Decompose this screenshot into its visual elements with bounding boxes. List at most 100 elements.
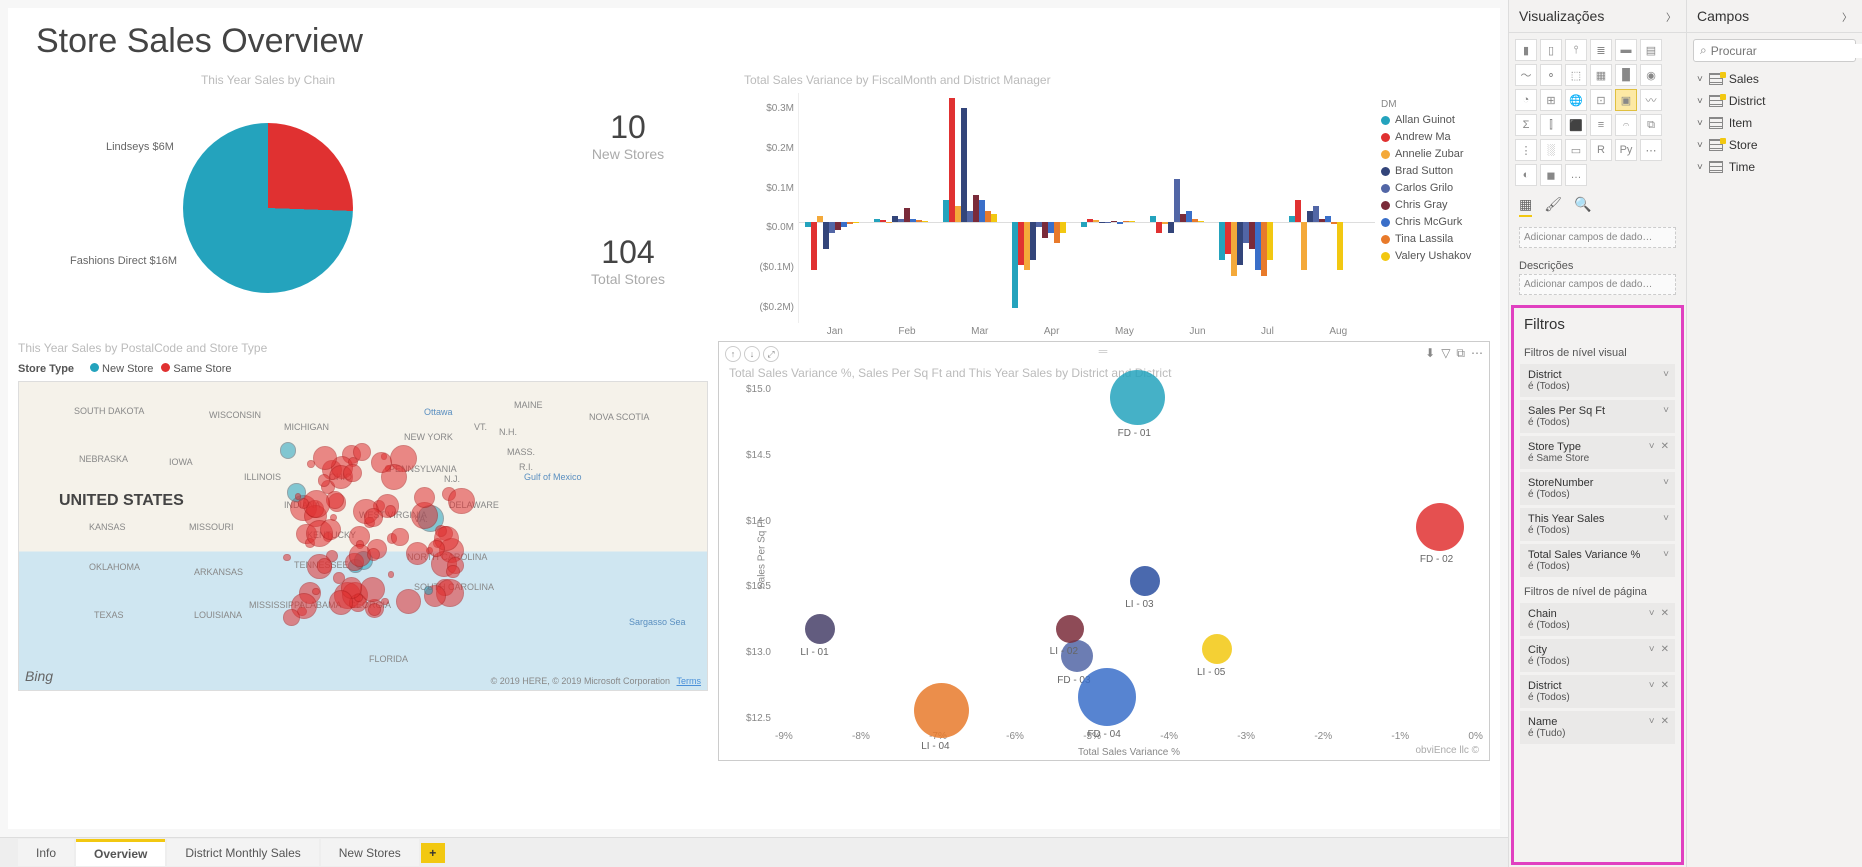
export-icon[interactable]: ⬇ [1425, 346, 1435, 361]
filter-card[interactable]: StoreNumber é (Todos) ˅ [1520, 472, 1675, 505]
viz-type-icon[interactable]: … [1565, 164, 1587, 186]
viz-type-icon[interactable]: ▣ [1615, 89, 1637, 111]
scatter-bubble[interactable] [1130, 566, 1160, 596]
collapse-viz-icon[interactable]: 〉 [1666, 9, 1676, 24]
filter-card[interactable]: Total Sales Variance % é (Todos) ˅ [1520, 544, 1675, 577]
viz-type-icon[interactable]: ⫿ [1540, 114, 1562, 136]
viz-type-icon[interactable]: ▮ [1515, 39, 1537, 61]
fields-search-input[interactable] [1711, 44, 1862, 58]
page-tab[interactable]: District Monthly Sales [167, 839, 318, 866]
viz-type-icon[interactable]: ⋯ [1640, 139, 1662, 161]
filter-card[interactable]: District é (Todos) ˅ [1520, 364, 1675, 397]
viz-type-icon[interactable]: ▦ [1590, 64, 1612, 86]
scatter-bubble[interactable] [1202, 634, 1232, 664]
filter-icon[interactable]: ▽ [1441, 346, 1450, 361]
scatter-bubble[interactable] [1416, 503, 1464, 551]
viz-type-icon[interactable]: ◼ [1540, 164, 1562, 186]
filter-card[interactable]: This Year Sales é (Todos) ˅ [1520, 508, 1675, 541]
bar-legend-item[interactable]: Carlos Grilo [1381, 182, 1484, 194]
viz-type-icon[interactable]: ⋮ [1515, 139, 1537, 161]
chevron-down-icon[interactable]: ˅ [1663, 549, 1669, 560]
viz-type-icon[interactable]: ▭ [1565, 139, 1587, 161]
viz-type-icon[interactable]: ⬛ [1565, 114, 1587, 136]
analytics-tab-icon[interactable]: 🔍 [1574, 196, 1591, 217]
bar-legend-item[interactable]: Annelie Zubar [1381, 148, 1484, 160]
bar-legend-item[interactable]: Brad Sutton [1381, 165, 1484, 177]
clear-filter-icon[interactable]: ✕ [1661, 608, 1669, 619]
chevron-down-icon[interactable]: ˅ [1649, 644, 1655, 655]
scatter-bubble[interactable] [914, 683, 969, 738]
viz-type-icon[interactable]: ▬ [1615, 39, 1637, 61]
clear-filter-icon[interactable]: ✕ [1661, 680, 1669, 691]
chevron-down-icon[interactable]: ˅ [1649, 608, 1655, 619]
field-well-values[interactable]: Adicionar campos de dado… [1519, 227, 1676, 248]
bar-legend-item[interactable]: Chris McGurk [1381, 216, 1484, 228]
expand-icon[interactable]: ⤢ [763, 346, 779, 362]
bar-legend-item[interactable]: Valery Ushakov [1381, 250, 1484, 262]
bar-legend-item[interactable]: Allan Guinot [1381, 114, 1484, 126]
viz-type-icon[interactable]: ⧉ [1640, 114, 1662, 136]
field-table[interactable]: ˅District [1687, 90, 1862, 112]
page-tab[interactable]: New Stores [321, 839, 419, 866]
scatter-bubble[interactable] [1078, 668, 1136, 726]
bar-legend-item[interactable]: Tina Lassila [1381, 233, 1484, 245]
viz-type-icon[interactable]: ⚬ [1540, 64, 1562, 86]
more-icon[interactable]: ⋯ [1471, 346, 1483, 361]
viz-type-icon[interactable]: ⫯ [1565, 39, 1587, 61]
scatter-bubble[interactable] [1056, 615, 1084, 643]
viz-type-icon[interactable]: R [1590, 139, 1612, 161]
map-visual[interactable]: This Year Sales by PostalCode and Store … [18, 341, 708, 761]
filter-card[interactable]: District é (Todos) ˅✕ [1520, 675, 1675, 708]
scatter-visual[interactable]: ═ ↑ ↓ ⤢ ⬇ ▽ ⧉ ⋯ Total Sales Variance %, … [718, 341, 1490, 761]
viz-type-icon[interactable]: ▯ [1540, 39, 1562, 61]
scatter-bubble[interactable] [1110, 370, 1165, 425]
chevron-down-icon[interactable]: ˅ [1649, 441, 1655, 452]
field-table[interactable]: ˅Store [1687, 134, 1862, 156]
clear-filter-icon[interactable]: ✕ [1661, 716, 1669, 727]
visual-grip[interactable]: ═ [1099, 344, 1110, 358]
bar-legend-item[interactable]: Chris Gray [1381, 199, 1484, 211]
page-tab[interactable]: Info [18, 839, 74, 866]
viz-type-icon[interactable]: Py [1615, 139, 1637, 161]
field-table[interactable]: ˅Sales [1687, 68, 1862, 90]
drill-up-icon[interactable]: ↑ [725, 346, 741, 362]
bar-chart-visual[interactable]: Total Sales Variance by FiscalMonth and … [738, 73, 1490, 323]
chevron-down-icon[interactable]: ˅ [1663, 405, 1669, 416]
clear-filter-icon[interactable]: ✕ [1661, 644, 1669, 655]
filter-card[interactable]: Chain é (Todos) ˅✕ [1520, 603, 1675, 636]
bar-legend-item[interactable]: Andrew Ma [1381, 131, 1484, 143]
field-well-tooltips[interactable]: Adicionar campos de dado… [1519, 274, 1676, 295]
fields-tab-icon[interactable]: ▦ [1519, 196, 1532, 217]
clear-filter-icon[interactable]: ✕ [1661, 441, 1669, 452]
collapse-fields-icon[interactable]: 〉 [1842, 9, 1852, 24]
viz-type-icon[interactable]: █ [1615, 64, 1637, 86]
map-legend-item[interactable]: Same Store [153, 363, 231, 375]
chevron-down-icon[interactable]: ˅ [1649, 716, 1655, 727]
viz-type-icon[interactable]: ⊞ [1540, 89, 1562, 111]
filter-card[interactable]: Name é (Tudo) ˅✕ [1520, 711, 1675, 744]
viz-type-icon[interactable]: ◐ [1515, 164, 1537, 186]
field-table[interactable]: ˅Time [1687, 156, 1862, 178]
viz-type-icon[interactable]: 🌐 [1565, 89, 1587, 111]
filter-card[interactable]: Store Type é Same Store ˅✕ [1520, 436, 1675, 469]
filter-card[interactable]: City é (Todos) ˅✕ [1520, 639, 1675, 672]
chevron-down-icon[interactable]: ˅ [1649, 680, 1655, 691]
viz-type-icon[interactable]: ▤ [1640, 39, 1662, 61]
map-terms-link[interactable]: Terms [677, 676, 702, 686]
scatter-bubble[interactable] [805, 614, 835, 644]
viz-type-icon[interactable]: ░ [1540, 139, 1562, 161]
viz-type-icon[interactable]: ◔ [1515, 89, 1537, 111]
map-legend-item[interactable]: New Store [82, 363, 153, 375]
add-page-button[interactable]: + [421, 843, 445, 863]
format-tab-icon[interactable]: 🖌 [1544, 196, 1562, 217]
drill-down-icon[interactable]: ↓ [744, 346, 760, 362]
pie-chart-visual[interactable]: This Year Sales by Chain Lindseys $6M Fa… [18, 73, 518, 323]
page-tab[interactable]: Overview [76, 839, 165, 866]
field-table[interactable]: ˅Item [1687, 112, 1862, 134]
chevron-down-icon[interactable]: ˅ [1663, 477, 1669, 488]
viz-type-icon[interactable]: ⊡ [1590, 89, 1612, 111]
viz-type-icon[interactable]: 〜 [1515, 64, 1537, 86]
viz-type-icon[interactable]: Σ [1515, 114, 1537, 136]
viz-type-icon[interactable]: ≣ [1590, 39, 1612, 61]
viz-type-icon[interactable]: 𝄐 [1615, 114, 1637, 136]
